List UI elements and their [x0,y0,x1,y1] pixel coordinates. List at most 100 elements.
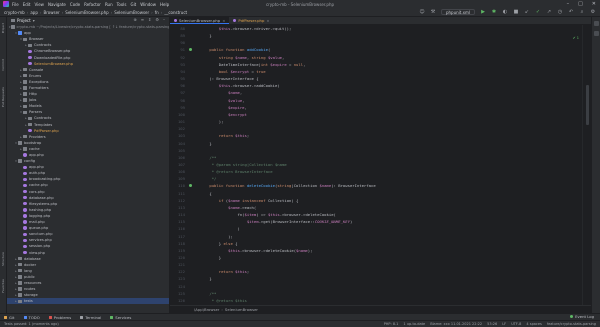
breadcrumb-item[interactable]: __construct [164,10,187,15]
expand-all-icon[interactable]: ⇕ [148,17,151,22]
code-line[interactable]: $this->browser->driver->quit(); [200,25,581,32]
code-line[interactable] [200,125,581,132]
tool-tab-services[interactable]: Services [110,315,131,320]
tool-tab-problems[interactable]: Problems [48,315,71,320]
code-line[interactable] [200,39,581,46]
code-line[interactable]: $item->get(BrowserInterface::COOKIE_NAME… [200,218,581,225]
settings-icon[interactable]: ⚙ [590,9,596,15]
chevron-down-icon[interactable]: ▾ [33,18,35,23]
status-widget[interactable]: 1 up-to-date [403,322,425,326]
minimize-icon[interactable]: – [567,1,570,7]
event-log-button[interactable]: Event Log [570,314,594,319]
status-widget[interactable]: Blame: xxx 11.01.2021 22:22 [430,322,482,326]
code-line[interactable]: /** [200,290,581,297]
tool-tab-favorites[interactable]: Favorites [1,279,6,293]
code-line[interactable] [200,283,581,290]
breadcrumb-item[interactable]: Browser [43,10,59,15]
code-line[interactable]: ) [200,225,581,232]
code-line[interactable]: return $this; [200,132,581,139]
breadcrumb-item[interactable]: fn [155,10,159,15]
debug-icon[interactable]: ✱ [491,9,497,15]
editor-scrollbar[interactable] [582,25,591,305]
code-content[interactable]: $this->browser->driver->quit(); } public… [200,25,581,313]
menu-item-file[interactable]: File [12,2,19,7]
code-line[interactable]: ); [200,233,581,240]
code-line[interactable]: /** [200,154,581,161]
code-line[interactable]: bool $encrypt = true [200,68,581,75]
code-line[interactable]: ): BrowserInterface { [200,75,581,82]
code-line[interactable]: return $this; [200,268,581,275]
inspection-widget[interactable]: ✔ 1 [573,36,579,40]
code-line[interactable] [200,147,581,154]
code-line[interactable]: } else { [200,240,581,247]
code-line[interactable] [200,261,581,268]
menu-item-refactor[interactable]: Refactor [84,2,101,7]
menu-item-help[interactable]: Help [160,2,169,7]
code-line[interactable]: */ [200,175,581,182]
code-line[interactable]: string $name, string $value, [200,54,581,61]
tool-tab-pull-requests[interactable]: Pull Requests [1,87,6,107]
code-line[interactable]: { [200,190,581,197]
git-commit-icon[interactable]: ✓ [535,9,541,15]
tool-tab-todo[interactable]: TODO [23,315,40,320]
gear-icon[interactable]: ⚙ [155,17,159,22]
code-line[interactable]: ); [200,118,581,125]
code-line[interactable]: public function deleteCookie(string|Coll… [200,182,581,189]
menu-item-run[interactable]: Run [105,2,113,7]
menu-item-git[interactable]: Git [130,2,136,7]
code-line[interactable]: $value, [200,97,581,104]
code-line[interactable]: } [200,254,581,261]
breadcrumb-item[interactable]: app [30,10,38,15]
tool-tab-commit[interactable]: Commit [1,59,6,71]
close-icon[interactable]: × [222,18,225,23]
tool-tab-structure[interactable]: Structure [1,252,6,266]
code-line[interactable]: public function addCookie( [200,46,581,53]
history-icon[interactable]: ◷ [557,9,563,15]
breadcrumb-item[interactable]: crypto-mb [4,10,25,15]
scrollbar-thumb[interactable] [586,85,589,125]
code-line[interactable]: $expire, [200,104,581,111]
status-message[interactable]: Tests passed: 1 (moments ago) [4,322,59,326]
code-line[interactable]: $name->each( [200,204,581,211]
tree-item[interactable]: ▸ tests [7,298,169,305]
tool-tab-git[interactable]: Git [4,315,15,320]
coverage-icon[interactable]: ◐ [502,9,508,15]
code-line[interactable]: * @return BrowserInterface [200,168,581,175]
stop-icon[interactable]: ■ [513,9,519,15]
code-line[interactable]: * @param string|Collection $name [200,161,581,168]
menu-item-window[interactable]: Window [140,2,156,7]
notifications-icon[interactable] [594,31,599,36]
close-icon[interactable]: × [266,18,269,23]
menu-item-edit[interactable]: Edit [23,2,31,7]
code-line[interactable]: * @return $this [200,297,581,304]
breadcrumb-namespace[interactable]: \App\Browser [194,307,219,312]
code-line[interactable]: } [200,140,581,147]
hammer-icon[interactable]: ⚒ [430,9,436,15]
tool-tab-project[interactable]: Project [1,23,6,33]
search-icon[interactable]: ⌕ [579,9,585,15]
database-icon[interactable] [594,21,599,26]
override-method-icon[interactable] [189,48,192,52]
breadcrumb-item[interactable]: SeleniumBrowser [114,10,149,15]
hide-icon[interactable]: – [163,17,165,22]
menu-item-view[interactable]: View [34,2,44,7]
status-widget[interactable]: UTF-8 [511,322,521,326]
breadcrumb-item[interactable]: SeleniumBrowser.php [65,10,108,15]
git-update-icon[interactable]: ↙ [524,9,530,15]
breadcrumb-class[interactable]: SeleniumBrowser [225,307,258,312]
code-line[interactable]: $this->browser->addCookie( [200,82,581,89]
menu-item-code[interactable]: Code [70,2,80,7]
git-push-icon[interactable]: ↗ [546,9,552,15]
user-icon[interactable]: ☺ [419,9,425,15]
code-line[interactable]: $encrypt [200,111,581,118]
app-logo-icon[interactable] [3,1,9,7]
menu-item-navigate[interactable]: Navigate [48,2,66,7]
run-icon[interactable]: ▶ [480,9,486,15]
status-widget[interactable]: LF [502,322,506,326]
status-widget[interactable]: 4 spaces [526,322,541,326]
add-icon[interactable]: ⊕ [133,17,136,22]
status-widget[interactable]: feature/crypto-stats-parsing [547,322,596,326]
undo-icon[interactable]: ↶ [568,9,574,15]
override-method-icon[interactable] [189,184,192,188]
maximize-icon[interactable]: □ [578,1,583,7]
